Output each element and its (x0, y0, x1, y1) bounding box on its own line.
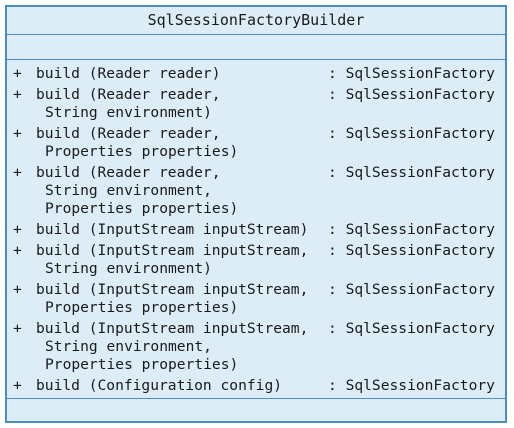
operation-return-type: : SqlSessionFactory (328, 124, 495, 142)
operation-parameter-line: String environment, (45, 181, 212, 199)
operation-visibility: + (13, 319, 22, 337)
operation-row: + build (InputStream inputStream, String e… (13, 320, 505, 374)
class-name: SqlSessionFactoryBuilder (147, 11, 365, 30)
operation-signature: build (Reader reader) (36, 65, 328, 83)
operation-visibility: + (13, 280, 22, 298)
operation-signature-line: build (InputStream inputStream, (36, 319, 309, 337)
operation-signature: build (Reader reader, Properties properti… (36, 125, 328, 161)
attributes-compartment (7, 35, 505, 60)
uml-class-box: SqlSessionFactoryBuilder + build (Reader … (5, 5, 507, 423)
operation-return-type: : SqlSessionFactory (328, 220, 495, 238)
operation-row: + build (InputStream inputStream) : SqlSes… (13, 221, 505, 239)
operation-parameter-line: Properties properties) (45, 355, 239, 373)
operation-signature-line: build (Reader reader, (36, 124, 221, 142)
operation-return-type: : SqlSessionFactory (328, 376, 495, 394)
operations-compartment: + build (Reader reader) : SqlSessionFactor… (7, 60, 505, 399)
operation-return-type: : SqlSessionFactory (328, 241, 495, 259)
operation-signature-line: build (Configuration config) (36, 376, 283, 394)
operation-parameter-line: Properties properties) (45, 199, 239, 217)
operation-parameter-line: Properties properties) (45, 142, 239, 160)
operation-parameter-line: String environment) (45, 103, 212, 121)
operation-signature: build (Reader reader, String environment) (36, 86, 328, 122)
operation-return-type: : SqlSessionFactory (328, 163, 495, 181)
operation-visibility: + (13, 85, 22, 103)
operation-visibility: + (13, 241, 22, 259)
operation-row: + build (Reader reader, String environment… (13, 164, 505, 218)
operation-visibility: + (13, 124, 22, 142)
operation-row: + build (InputStream inputStream, Properti… (13, 281, 505, 317)
operation-signature: build (InputStream inputStream, String en… (36, 320, 328, 374)
operation-signature: build (Reader reader, String environment,… (36, 164, 328, 218)
operation-return-type: : SqlSessionFactory (328, 280, 495, 298)
footer-compartment (7, 399, 505, 421)
operation-row: + build (Reader reader, Properties propert… (13, 125, 505, 161)
operation-signature-line: build (Reader reader, (36, 163, 221, 181)
operation-parameter-line: String environment) (45, 259, 212, 277)
operation-signature-line: build (Reader reader, (36, 85, 221, 103)
operation-row: + build (Reader reader) : SqlSessionFactor… (13, 65, 505, 83)
operation-signature: build (InputStream inputStream) (36, 221, 328, 239)
operation-row: + build (Configuration config) : SqlSessio… (13, 377, 505, 395)
operation-parameter-line: Properties properties) (45, 298, 239, 316)
operation-visibility: + (13, 163, 22, 181)
operation-parameter-line: String environment, (45, 337, 212, 355)
operation-row: + build (Reader reader, String environment… (13, 86, 505, 122)
operation-visibility: + (13, 64, 22, 82)
operation-signature: build (InputStream inputStream, String en… (36, 242, 328, 278)
operation-signature-line: build (Reader reader) (36, 64, 221, 82)
operation-signature-line: build (InputStream inputStream, (36, 280, 309, 298)
operation-signature: build (Configuration config) (36, 377, 328, 395)
class-name-compartment: SqlSessionFactoryBuilder (7, 7, 505, 35)
operation-signature: build (InputStream inputStream, Propertie… (36, 281, 328, 317)
operation-visibility: + (13, 220, 22, 238)
operation-signature-line: build (InputStream inputStream) (36, 220, 309, 238)
operation-return-type: : SqlSessionFactory (328, 319, 495, 337)
operation-visibility: + (13, 376, 22, 394)
operation-row: + build (InputStream inputStream, String e… (13, 242, 505, 278)
operation-signature-line: build (InputStream inputStream, (36, 241, 309, 259)
operation-return-type: : SqlSessionFactory (328, 85, 495, 103)
operation-return-type: : SqlSessionFactory (328, 64, 495, 82)
